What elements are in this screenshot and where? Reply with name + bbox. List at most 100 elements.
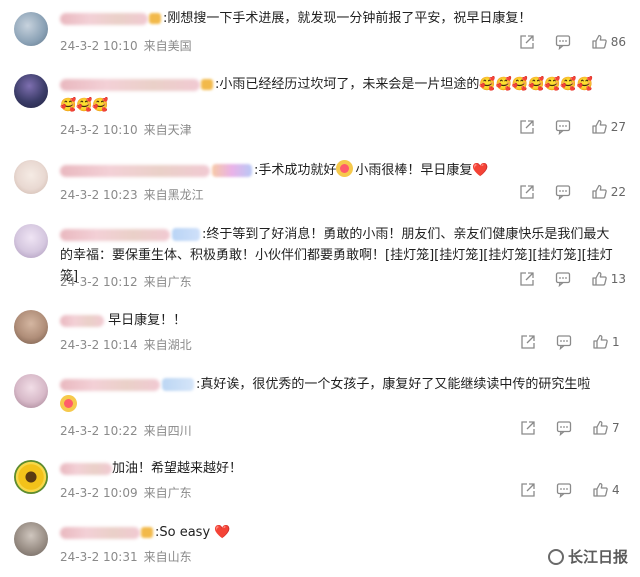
like-count: 4: [612, 483, 620, 497]
like-count: 7: [612, 421, 620, 435]
avatar[interactable]: [14, 224, 48, 258]
avatar[interactable]: [14, 310, 48, 344]
comment-text: :So easy ❤️: [60, 522, 622, 543]
reply-button[interactable]: [555, 34, 571, 50]
face-emoji-icon: [60, 395, 77, 412]
comment-location: 来自天津: [143, 123, 192, 137]
user-badge-icon: [141, 527, 153, 538]
comment-text: :小雨已经经历过坎坷了，未来会是一片坦途的🥰🥰🥰🥰🥰🥰🥰 🥰🥰🥰: [60, 74, 622, 116]
comment-date: 24-3-2 10:12: [60, 275, 138, 289]
comment-actions: 86: [499, 34, 626, 50]
avatar[interactable]: [14, 74, 48, 108]
like-button[interactable]: 13: [591, 271, 626, 287]
comment-item: :刚想搜一下手术进展，就发现一分钟前报了平安，祝早日康复！ 24-3-2 10:…: [0, 0, 640, 64]
comment-meta: 24-3-2 10:09 来自广东: [60, 484, 198, 501]
comment-meta: 24-3-2 10:12 来自广东: [60, 273, 198, 290]
comment-actions: 7: [500, 420, 626, 436]
username-blurred[interactable]: [60, 12, 148, 25]
share-button[interactable]: [520, 334, 536, 350]
avatar[interactable]: [14, 12, 48, 46]
share-button[interactable]: [520, 482, 536, 498]
username-blurred[interactable]: [60, 314, 104, 327]
comment-date: 24-3-2 10:31: [60, 550, 138, 564]
comment-icon: [556, 483, 572, 498]
comment-text: :刚想搜一下手术进展，就发现一分钟前报了平安，祝早日康复！: [60, 8, 622, 29]
reply-button[interactable]: [555, 119, 571, 135]
share-button[interactable]: [519, 271, 535, 287]
comment-actions: 22: [499, 184, 626, 200]
comment-icon: [555, 272, 570, 287]
thumbs-up-icon: [593, 482, 608, 497]
comment-date: 24-3-2 10:14: [60, 338, 138, 352]
share-button[interactable]: [519, 34, 535, 50]
comment-icon: [556, 421, 572, 436]
reply-button[interactable]: [555, 271, 571, 287]
avatar[interactable]: [14, 460, 48, 494]
share-icon: [521, 335, 535, 349]
user-tag-icon: [172, 228, 200, 241]
user-tag-icon: [212, 164, 252, 177]
username-blurred[interactable]: [60, 378, 160, 391]
username-blurred[interactable]: [60, 526, 140, 539]
share-button[interactable]: [519, 119, 535, 135]
like-button[interactable]: 7: [592, 420, 626, 436]
comment-location: 来自广东: [143, 486, 192, 500]
comment-item: 加油！希望越来越好！ 24-3-2 10:09 来自广东 4: [0, 452, 640, 512]
share-icon: [520, 185, 534, 199]
comment-feed: :刚想搜一下手术进展，就发现一分钟前报了平安，祝早日康复！ 24-3-2 10:…: [0, 0, 640, 577]
thumbs-up-icon: [592, 271, 607, 286]
reply-button[interactable]: [556, 334, 572, 350]
username-blurred[interactable]: [60, 462, 112, 475]
like-button[interactable]: 86: [591, 34, 626, 50]
comment-meta: 24-3-2 10:14 来自湖北: [60, 336, 198, 353]
like-count: 1: [612, 335, 620, 349]
watermark-logo-icon: [547, 548, 564, 565]
comment-meta: 24-3-2 10:10 来自天津: [60, 121, 198, 138]
share-button[interactable]: [520, 420, 536, 436]
comment-actions: 4: [500, 482, 626, 498]
like-count: 13: [610, 272, 626, 286]
share-icon: [520, 272, 534, 286]
share-icon: [521, 483, 535, 497]
like-button[interactable]: 22: [591, 184, 626, 200]
share-icon: [521, 421, 535, 435]
user-badge-icon: [201, 79, 213, 90]
face-emoji-icon: [336, 160, 354, 177]
comment-actions: 13: [499, 271, 626, 287]
username-blurred[interactable]: [60, 228, 170, 241]
comment-meta: 24-3-2 10:31 来自山东: [60, 548, 198, 565]
reply-button[interactable]: [555, 184, 571, 200]
share-button[interactable]: [519, 184, 535, 200]
like-button[interactable]: 4: [592, 482, 626, 498]
username-blurred[interactable]: [60, 164, 210, 177]
comment-item: :小雨已经经历过坎坷了，未来会是一片坦途的🥰🥰🥰🥰🥰🥰🥰 🥰🥰🥰 24-3-2 …: [0, 64, 640, 148]
avatar[interactable]: [14, 160, 48, 194]
reply-button[interactable]: [556, 482, 572, 498]
like-button[interactable]: 1: [592, 334, 626, 350]
avatar[interactable]: [14, 374, 48, 408]
username-blurred[interactable]: [60, 78, 200, 91]
comment-text: 加油！希望越来越好！: [60, 458, 622, 479]
comment-location: 来自湖北: [143, 338, 192, 352]
comment-text: :手术成功就好 小雨很棒！早日康复❤️: [60, 160, 622, 181]
like-button[interactable]: 27: [591, 119, 626, 135]
like-count: 22: [610, 185, 626, 199]
reply-button[interactable]: [556, 420, 572, 436]
comment-location: 来自美国: [143, 39, 192, 53]
comment-item: :真好诶，很优秀的一个女孩子，康复好了又能继续读中传的研究生啦 24-3-2 1…: [0, 366, 640, 450]
comment-location: 来自广东: [143, 275, 192, 289]
share-icon: [520, 120, 534, 134]
comment-icon: [556, 335, 572, 350]
user-badge-icon: [149, 13, 161, 24]
comment-item: :手术成功就好 小雨很棒！早日康复❤️ 24-3-2 10:23 来自黑龙江 22: [0, 150, 640, 210]
thumbs-up-icon: [593, 420, 608, 435]
avatar[interactable]: [14, 522, 48, 556]
comment-actions: 27: [499, 119, 626, 135]
like-count: 86: [610, 35, 626, 49]
thumbs-up-icon: [593, 334, 608, 349]
comment-meta: 24-3-2 10:10 来自美国: [60, 37, 198, 54]
heart-emoji: ❤️: [472, 163, 489, 178]
comment-meta: 24-3-2 10:23 来自黑龙江: [60, 186, 210, 203]
thumbs-up-icon: [592, 119, 607, 134]
like-count: 27: [610, 120, 626, 134]
